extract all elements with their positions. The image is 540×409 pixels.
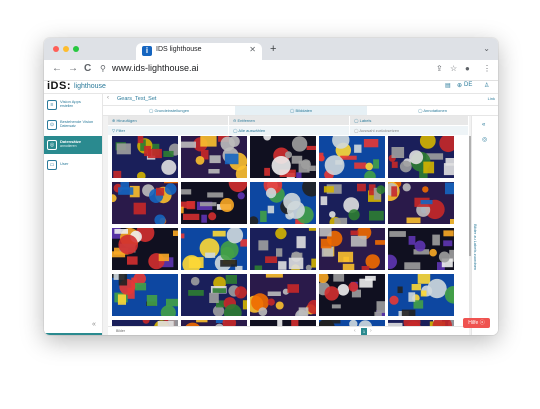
pagination: Bilder ‹ 1 ›: [108, 326, 469, 335]
pagination-label: Bilder: [116, 329, 125, 333]
tab-close-icon[interactable]: ✕: [249, 45, 256, 54]
forward-button[interactable]: →: [68, 63, 78, 74]
browser-toolbar: ← → C ⚲ www.ids-lighthouse.ai ⇪ ☆ ● ⋮: [44, 60, 498, 81]
image-thumbnail[interactable]: [250, 274, 316, 316]
bookmark-star-icon[interactable]: ☆: [450, 64, 457, 73]
language-selector[interactable]: DE: [464, 82, 472, 88]
existing-vision-icon: ⊙: [47, 120, 57, 130]
current-page-button[interactable]: 1: [361, 328, 367, 335]
labels-button[interactable]: ◯ Labels: [350, 116, 468, 125]
user-icon[interactable]: ♙: [484, 82, 489, 89]
remove-button[interactable]: ⊖ Entfernen: [229, 116, 349, 125]
image-thumbnail[interactable]: [112, 182, 178, 224]
filter-button[interactable]: ▽ Filter: [108, 126, 228, 135]
profile-avatar-icon[interactable]: ●: [465, 64, 470, 73]
tab-title: IDS lighthouse: [156, 46, 202, 53]
image-thumbnail[interactable]: [250, 182, 316, 224]
close-window-button[interactable]: [53, 46, 59, 52]
sidebar-collapse-icon[interactable]: «: [92, 321, 96, 328]
notifications-icon[interactable]: ▤: [445, 82, 451, 89]
prev-page-button[interactable]: ‹: [354, 328, 356, 334]
browser-menu-icon[interactable]: ⋮: [483, 64, 491, 73]
browser-window: i IDS lighthouse ✕ + ⌄ ← → C ⚲ www.ids-l…: [44, 38, 498, 335]
step-image-data[interactable]: ◯ Bilddaten: [235, 106, 367, 115]
dataset-title: Gears_Test_Set: [117, 96, 157, 102]
image-thumbnail[interactable]: [181, 182, 247, 224]
datasets-icon: ◎: [47, 140, 57, 150]
image-thumbnail[interactable]: [181, 228, 247, 270]
image-panel: ⊕ Hinzufügen ⊖ Entfernen ◯ Labels ▽ Filt…: [108, 116, 472, 335]
step-annotations[interactable]: ◯ Annotationen: [367, 106, 498, 115]
next-page-button[interactable]: ›: [370, 328, 372, 334]
image-thumbnail[interactable]: [388, 228, 454, 270]
tab-list-chevron-icon[interactable]: ⌄: [483, 44, 490, 53]
tab-favicon-icon: i: [142, 46, 152, 56]
image-thumbnail[interactable]: [250, 136, 316, 178]
browser-tab[interactable]: i IDS lighthouse ✕: [136, 43, 262, 60]
sidebar-item-datasets[interactable]: ◎ Datensätze annotieren: [44, 136, 102, 154]
right-panel-label[interactable]: Bilder zu Labels zuordnen: [473, 224, 478, 270]
maximize-window-button[interactable]: [73, 46, 79, 52]
image-thumbnail[interactable]: [112, 228, 178, 270]
image-thumbnail[interactable]: [319, 274, 385, 316]
user-card-icon: ▭: [47, 160, 57, 170]
main-content: ‹ Gears_Test_Set Link ◯ Grundeinstellung…: [103, 94, 498, 335]
minimize-window-button[interactable]: [63, 46, 69, 52]
address-bar[interactable]: www.ids-lighthouse.ai: [112, 63, 199, 73]
sidebar-item-existing-vision[interactable]: ⊙ Bestehende Vision Datensatz: [44, 116, 102, 134]
link-action[interactable]: Link: [488, 96, 495, 101]
right-panel-collapse-icon[interactable]: «: [482, 122, 485, 128]
image-thumbnail[interactable]: [319, 182, 385, 224]
image-thumbnail[interactable]: [112, 274, 178, 316]
workflow-steps: ◯ Grundeinstellungen ◯ Bilddaten ◯ Annot…: [103, 106, 498, 116]
browser-titlebar: i IDS lighthouse ✕ + ⌄: [44, 38, 498, 60]
language-globe-icon[interactable]: ⊕: [457, 82, 462, 89]
back-chevron-icon[interactable]: ‹: [107, 95, 109, 101]
back-button[interactable]: ←: [52, 63, 62, 74]
vision-apps-icon: ≡: [47, 100, 57, 110]
share-icon[interactable]: ⇪: [436, 64, 443, 73]
reset-selection-button[interactable]: ◯ Auswahl zurücksetzen: [350, 126, 468, 135]
step-basic-settings[interactable]: ◯ Grundeinstellungen: [103, 106, 235, 115]
sidebar-item-sublabel: erstellen: [60, 104, 74, 108]
reload-button[interactable]: C: [84, 63, 91, 74]
help-button[interactable]: Hilfe ⓧ: [463, 318, 490, 328]
app-logo[interactable]: iDS:: [47, 80, 71, 92]
image-thumbnail[interactable]: [250, 228, 316, 270]
sidebar-item-label: User: [60, 161, 69, 166]
sidebar-footer-bar: [44, 333, 102, 335]
sidebar-item-user[interactable]: ▭ User: [44, 156, 102, 174]
breadcrumb: ‹ Gears_Test_Set Link: [103, 94, 498, 106]
image-thumbnail[interactable]: [319, 136, 385, 178]
search-icon: ⚲: [100, 64, 106, 73]
add-button[interactable]: ⊕ Hinzufügen: [108, 116, 228, 125]
select-all-button[interactable]: ◯ Alle auswählen: [229, 126, 349, 135]
image-thumbnail[interactable]: [388, 274, 454, 316]
image-thumbnail[interactable]: [181, 136, 247, 178]
sidebar-item-sublabel: annotieren: [60, 144, 77, 148]
sidebar-item-sublabel: Datensatz: [60, 124, 76, 128]
image-thumbnail[interactable]: [112, 136, 178, 178]
app-logo-subtitle: lighthouse: [74, 83, 106, 90]
new-tab-button[interactable]: +: [270, 43, 276, 55]
label-assign-icon: ◎: [482, 137, 488, 143]
sidebar-item-vision-apps[interactable]: ≡ Vision Apps erstellen: [44, 96, 102, 114]
app-header: iDS: lighthouse ▤ ⊕ DE ♙: [44, 80, 498, 94]
image-thumbnail[interactable]: [388, 136, 454, 178]
right-panel: « ◎ Bilder zu Labels zuordnen: [471, 116, 498, 335]
sidebar: ≡ Vision Apps erstellen ⊙ Bestehende Vis…: [44, 94, 103, 335]
image-thumbnail[interactable]: [319, 228, 385, 270]
image-thumbnail[interactable]: [181, 274, 247, 316]
image-thumbnail[interactable]: [388, 182, 454, 224]
